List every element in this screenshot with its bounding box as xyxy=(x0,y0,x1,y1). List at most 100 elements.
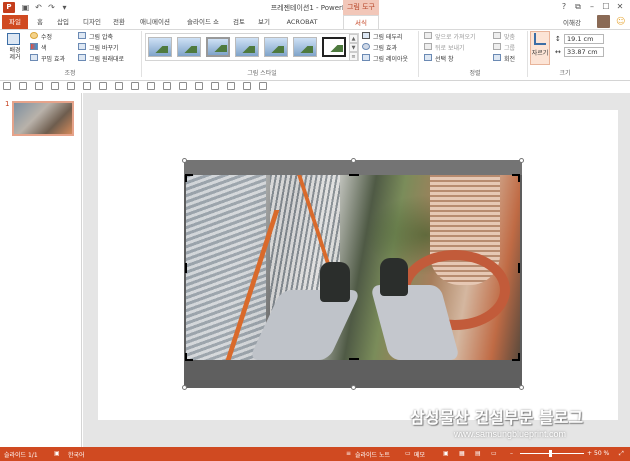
crop-handle[interactable] xyxy=(512,353,520,361)
help-icon[interactable]: ? xyxy=(558,1,570,13)
save-icon[interactable]: ▣ xyxy=(20,2,31,13)
toolbar-icon[interactable] xyxy=(259,82,267,90)
powerpoint-app-icon[interactable]: P xyxy=(3,2,15,13)
tab-view[interactable]: 보기 xyxy=(254,15,274,29)
toolbar-icon[interactable] xyxy=(211,82,219,90)
style-thumbnail-black-frame[interactable] xyxy=(322,37,346,57)
feedback-smiley-icon[interactable]: ☺ xyxy=(616,17,625,27)
bring-forward-button[interactable]: 앞으로 가져오기 xyxy=(435,32,476,41)
remove-background-icon[interactable] xyxy=(7,33,20,45)
normal-view-icon[interactable]: ▣ xyxy=(443,450,449,457)
crop-handle[interactable] xyxy=(185,174,193,182)
corrections-button[interactable]: 수정 xyxy=(41,32,52,41)
account-name[interactable]: 이해강 xyxy=(563,17,581,27)
toolbar-icon[interactable] xyxy=(179,82,187,90)
crop-handle[interactable] xyxy=(185,353,193,361)
slide-sorter-icon[interactable]: ▦ xyxy=(459,450,465,457)
toolbar-icon[interactable] xyxy=(99,82,107,90)
zoom-in-icon[interactable]: + xyxy=(587,450,592,457)
style-thumbnail[interactable] xyxy=(293,37,317,57)
notes-icon[interactable]: ≡ xyxy=(346,450,351,457)
toolbar-icon[interactable] xyxy=(163,82,171,90)
comments-icon[interactable]: ▭ xyxy=(405,450,411,457)
rotate-button[interactable]: 회전 xyxy=(504,54,515,63)
reset-picture-button[interactable]: 그림 원래대로 xyxy=(89,54,124,63)
close-button[interactable]: ✕ xyxy=(614,1,626,13)
tab-slideshow[interactable]: 슬라이드 쇼 xyxy=(181,15,225,29)
toolbar-icon[interactable] xyxy=(195,82,203,90)
toolbar-icon[interactable] xyxy=(227,82,235,90)
gallery-more-icon[interactable]: ≡ xyxy=(349,52,358,61)
tab-insert[interactable]: 삽입 xyxy=(52,15,74,29)
slideshow-view-icon[interactable]: ▭ xyxy=(491,450,497,457)
style-thumbnail[interactable] xyxy=(264,37,288,57)
send-backward-button[interactable]: 뒤로 보내기 xyxy=(435,43,465,52)
crop-handle[interactable] xyxy=(518,263,520,273)
redo-icon[interactable]: ↷ xyxy=(46,2,57,13)
toolbar-icon[interactable] xyxy=(35,82,43,90)
spellcheck-icon[interactable]: ▣ xyxy=(54,450,60,457)
slide-thumbnail[interactable] xyxy=(12,101,74,136)
tab-review[interactable]: 검토 xyxy=(229,15,249,29)
reading-view-icon[interactable]: ▤ xyxy=(475,450,481,457)
change-picture-button[interactable]: 그림 바꾸기 xyxy=(89,43,119,52)
picture-effects-button[interactable]: 그림 효과 xyxy=(373,43,397,52)
minimize-button[interactable]: – xyxy=(586,1,598,13)
tab-transitions[interactable]: 전환 xyxy=(108,15,130,29)
toolbar-icon[interactable] xyxy=(115,82,123,90)
comments-button[interactable]: 메모 xyxy=(414,450,425,459)
toolbar-icon[interactable] xyxy=(243,82,251,90)
zoom-slider-thumb[interactable] xyxy=(549,450,552,457)
avatar[interactable] xyxy=(597,15,610,28)
style-thumbnail[interactable] xyxy=(206,37,230,57)
align-button[interactable]: 맞춤 xyxy=(504,32,515,41)
remove-background-button[interactable]: 배경 제거 xyxy=(6,47,24,61)
style-thumbnail[interactable] xyxy=(177,37,201,57)
toolbar-icon[interactable] xyxy=(147,82,155,90)
toolbar-icon[interactable] xyxy=(3,82,11,90)
style-thumbnail[interactable] xyxy=(235,37,259,57)
resize-handle[interactable] xyxy=(351,158,356,163)
zoom-slider-track[interactable] xyxy=(520,453,584,454)
gallery-up-icon[interactable]: ▲ xyxy=(349,34,358,43)
picture-border-button[interactable]: 그림 테두리 xyxy=(373,32,403,41)
tab-design[interactable]: 디자인 xyxy=(78,15,106,29)
crop-handle[interactable] xyxy=(185,263,187,273)
compress-pictures-button[interactable]: 그림 압축 xyxy=(89,32,113,41)
style-thumbnail[interactable] xyxy=(148,37,172,57)
tab-acrobat[interactable]: ACROBAT xyxy=(278,15,326,29)
width-field[interactable]: 33.87 cm xyxy=(564,47,604,57)
zoom-out-icon[interactable]: – xyxy=(510,450,513,457)
tab-animations[interactable]: 애니메이션 xyxy=(133,15,177,29)
crop-handle[interactable] xyxy=(512,174,520,182)
tab-format[interactable]: 서식 xyxy=(343,15,379,29)
resize-handle[interactable] xyxy=(519,385,524,390)
customize-icon[interactable]: ▾ xyxy=(59,2,70,13)
picture-layout-button[interactable]: 그림 레이아웃 xyxy=(373,54,408,63)
group-button[interactable]: 그룹 xyxy=(504,43,515,52)
crop-handle[interactable] xyxy=(349,174,359,182)
toolbar-icon[interactable] xyxy=(51,82,59,90)
resize-handle[interactable] xyxy=(519,158,524,163)
toolbar-icon[interactable] xyxy=(19,82,27,90)
height-field[interactable]: 19.1 cm xyxy=(564,34,604,44)
toolbar-icon[interactable] xyxy=(131,82,139,90)
resize-handle[interactable] xyxy=(182,385,187,390)
tab-file[interactable]: 파일 xyxy=(2,15,28,29)
fit-slide-icon[interactable]: ⤢ xyxy=(619,450,624,458)
toolbar-icon[interactable] xyxy=(67,82,75,90)
color-button[interactable]: 색 xyxy=(41,43,47,52)
tab-home[interactable]: 홈 xyxy=(31,15,49,29)
toolbar-icon[interactable] xyxy=(83,82,91,90)
language-indicator[interactable]: 한국어 xyxy=(68,450,85,459)
selection-pane-button[interactable]: 선택 창 xyxy=(435,54,453,63)
gallery-down-icon[interactable]: ▼ xyxy=(349,43,358,52)
crop-handle[interactable] xyxy=(349,358,359,360)
zoom-level[interactable]: 50 % xyxy=(594,450,609,457)
artistic-effects-button[interactable]: 꾸밈 효과 xyxy=(41,54,65,63)
resize-handle[interactable] xyxy=(182,158,187,163)
maximize-button[interactable]: ☐ xyxy=(600,1,612,13)
ribbon-display-icon[interactable]: ⧉ xyxy=(572,1,584,13)
undo-icon[interactable]: ↶ xyxy=(33,2,44,13)
resize-handle[interactable] xyxy=(351,385,356,390)
